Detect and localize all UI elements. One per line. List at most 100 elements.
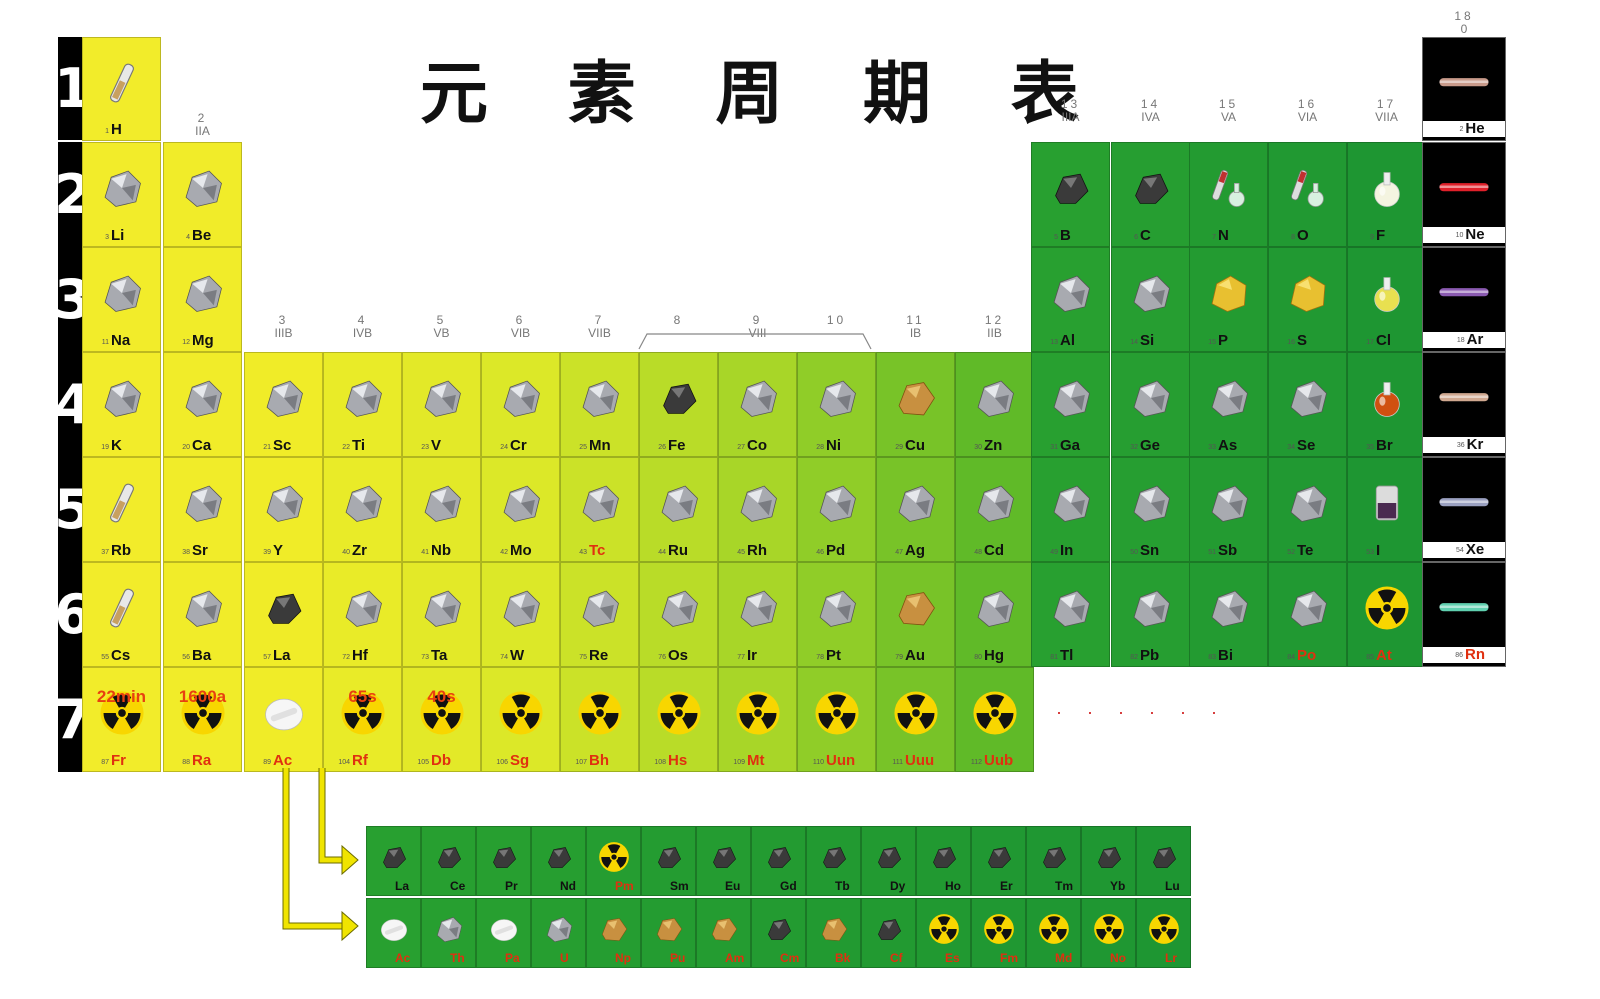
- element-cell-fr[interactable]: 22min 87 Fr: [82, 667, 161, 772]
- element-cell-bi[interactable]: 83 Bi: [1189, 562, 1268, 667]
- element-cell-se[interactable]: 34 Se: [1268, 352, 1347, 457]
- element-cell-in[interactable]: 49 In: [1031, 457, 1110, 562]
- element-cell-ru[interactable]: 44 Ru: [639, 457, 718, 562]
- lanthanide-cell-la[interactable]: La: [366, 826, 421, 896]
- element-cell-cl[interactable]: 17 Cl: [1347, 247, 1426, 352]
- element-cell-ga[interactable]: 31 Ga: [1031, 352, 1110, 457]
- element-cell-w[interactable]: 74 W: [481, 562, 560, 667]
- element-cell-ir[interactable]: 77 Ir: [718, 562, 797, 667]
- actinide-cell-pa[interactable]: Pa: [476, 898, 531, 968]
- element-cell-fe[interactable]: 26 Fe: [639, 352, 718, 457]
- element-cell-sg[interactable]: 106 Sg: [481, 667, 560, 772]
- actinide-cell-fm[interactable]: Fm: [971, 898, 1026, 968]
- element-cell-ta[interactable]: 73 Ta: [402, 562, 481, 667]
- element-cell-sc[interactable]: 21 Sc: [244, 352, 323, 457]
- element-cell-cs[interactable]: 55 Cs: [82, 562, 161, 667]
- lanthanide-cell-gd[interactable]: Gd: [751, 826, 806, 896]
- element-cell-mg[interactable]: 12 Mg: [163, 247, 242, 352]
- lanthanide-cell-lu[interactable]: Lu: [1136, 826, 1191, 896]
- element-cell-sb[interactable]: 51 Sb: [1189, 457, 1268, 562]
- element-cell-te[interactable]: 52 Te: [1268, 457, 1347, 562]
- element-cell-ti[interactable]: 22 Ti: [323, 352, 402, 457]
- element-cell-h[interactable]: 1H: [82, 37, 161, 141]
- element-cell-sn[interactable]: 50 Sn: [1111, 457, 1190, 562]
- element-cell-ne[interactable]: 10 Ne: [1422, 142, 1506, 247]
- actinide-cell-am[interactable]: Am: [696, 898, 751, 968]
- element-cell-re[interactable]: 75 Re: [560, 562, 639, 667]
- element-cell-c[interactable]: 6C: [1111, 142, 1190, 247]
- element-cell-f[interactable]: 9F: [1347, 142, 1426, 247]
- actinide-cell-ac[interactable]: Ac: [366, 898, 421, 968]
- element-cell-p[interactable]: 15 P: [1189, 247, 1268, 352]
- lanthanide-cell-tm[interactable]: Tm: [1026, 826, 1081, 896]
- element-cell-la[interactable]: 57 La: [244, 562, 323, 667]
- element-cell-si[interactable]: 14 Si: [1111, 247, 1190, 352]
- element-cell-sr[interactable]: 38 Sr: [163, 457, 242, 562]
- element-cell-hs[interactable]: 108 Hs: [639, 667, 718, 772]
- actinide-cell-np[interactable]: Np: [586, 898, 641, 968]
- lanthanide-cell-pr[interactable]: Pr: [476, 826, 531, 896]
- element-cell-hf[interactable]: 72 Hf: [323, 562, 402, 667]
- element-cell-cd[interactable]: 48 Cd: [955, 457, 1034, 562]
- element-cell-al[interactable]: 13 Al: [1031, 247, 1110, 352]
- actinide-cell-no[interactable]: No: [1081, 898, 1136, 968]
- element-cell-cu[interactable]: 29 Cu: [876, 352, 955, 457]
- actinide-cell-cm[interactable]: Cm: [751, 898, 806, 968]
- element-cell-ac[interactable]: 89 Ac: [244, 667, 323, 772]
- element-cell-nb[interactable]: 41 Nb: [402, 457, 481, 562]
- element-cell-rb[interactable]: 37 Rb: [82, 457, 161, 562]
- lanthanide-cell-eu[interactable]: Eu: [696, 826, 751, 896]
- element-cell-rn[interactable]: 86 Rn: [1422, 562, 1506, 667]
- element-cell-zr[interactable]: 40 Zr: [323, 457, 402, 562]
- element-cell-ra[interactable]: 1600a 88 Ra: [163, 667, 242, 772]
- element-cell-pb[interactable]: 82 Pb: [1111, 562, 1190, 667]
- element-cell-o[interactable]: 8O: [1268, 142, 1347, 247]
- element-cell-mt[interactable]: 109 Mt: [718, 667, 797, 772]
- element-cell-y[interactable]: 39 Y: [244, 457, 323, 562]
- element-cell-rh[interactable]: 45 Rh: [718, 457, 797, 562]
- element-cell-uub[interactable]: 112 Uub: [955, 667, 1034, 772]
- lanthanide-cell-dy[interactable]: Dy: [861, 826, 916, 896]
- lanthanide-cell-ce[interactable]: Ce: [421, 826, 476, 896]
- element-cell-i[interactable]: 53 I: [1347, 457, 1426, 562]
- lanthanide-cell-pm[interactable]: Pm: [586, 826, 641, 896]
- element-cell-li[interactable]: 3 Li: [82, 142, 161, 247]
- actinide-cell-md[interactable]: Md: [1026, 898, 1081, 968]
- actinide-cell-lr[interactable]: Lr: [1136, 898, 1191, 968]
- actinide-cell-es[interactable]: Es: [916, 898, 971, 968]
- element-cell-mn[interactable]: 25 Mn: [560, 352, 639, 457]
- element-cell-co[interactable]: 27 Co: [718, 352, 797, 457]
- actinide-cell-bk[interactable]: Bk: [806, 898, 861, 968]
- element-cell-kr[interactable]: 36 Kr: [1422, 352, 1506, 457]
- actinide-cell-th[interactable]: Th: [421, 898, 476, 968]
- element-cell-as[interactable]: 33 As: [1189, 352, 1268, 457]
- element-cell-po[interactable]: 84 Po: [1268, 562, 1347, 667]
- lanthanide-cell-sm[interactable]: Sm: [641, 826, 696, 896]
- element-cell-os[interactable]: 76 Os: [639, 562, 718, 667]
- element-cell-hg[interactable]: 80 Hg: [955, 562, 1034, 667]
- element-cell-uuu[interactable]: 111 Uuu: [876, 667, 955, 772]
- element-cell-be[interactable]: 4 Be: [163, 142, 242, 247]
- element-cell-b[interactable]: 5B: [1031, 142, 1110, 247]
- element-cell-bh[interactable]: 107 Bh: [560, 667, 639, 772]
- element-cell-na[interactable]: 11 Na: [82, 247, 161, 352]
- actinide-cell-cf[interactable]: Cf: [861, 898, 916, 968]
- element-cell-ge[interactable]: 32 Ge: [1111, 352, 1190, 457]
- lanthanide-cell-tb[interactable]: Tb: [806, 826, 861, 896]
- element-cell-v[interactable]: 23 V: [402, 352, 481, 457]
- element-cell-pd[interactable]: 46 Pd: [797, 457, 876, 562]
- element-cell-xe[interactable]: 54 Xe: [1422, 457, 1506, 562]
- element-cell-k[interactable]: 19 K: [82, 352, 161, 457]
- element-cell-s[interactable]: 16 S: [1268, 247, 1347, 352]
- element-cell-zn[interactable]: 30 Zn: [955, 352, 1034, 457]
- element-cell-tl[interactable]: 81 Tl: [1031, 562, 1110, 667]
- element-cell-at[interactable]: 85 At: [1347, 562, 1426, 667]
- element-cell-he[interactable]: 2 He: [1422, 37, 1506, 141]
- lanthanide-cell-ho[interactable]: Ho: [916, 826, 971, 896]
- element-cell-pt[interactable]: 78 Pt: [797, 562, 876, 667]
- element-cell-ar[interactable]: 18 Ar: [1422, 247, 1506, 352]
- element-cell-ni[interactable]: 28 Ni: [797, 352, 876, 457]
- element-cell-uun[interactable]: 110 Uun: [797, 667, 876, 772]
- element-cell-rf[interactable]: 65s 104 Rf: [323, 667, 402, 772]
- element-cell-db[interactable]: 40s 105 Db: [402, 667, 481, 772]
